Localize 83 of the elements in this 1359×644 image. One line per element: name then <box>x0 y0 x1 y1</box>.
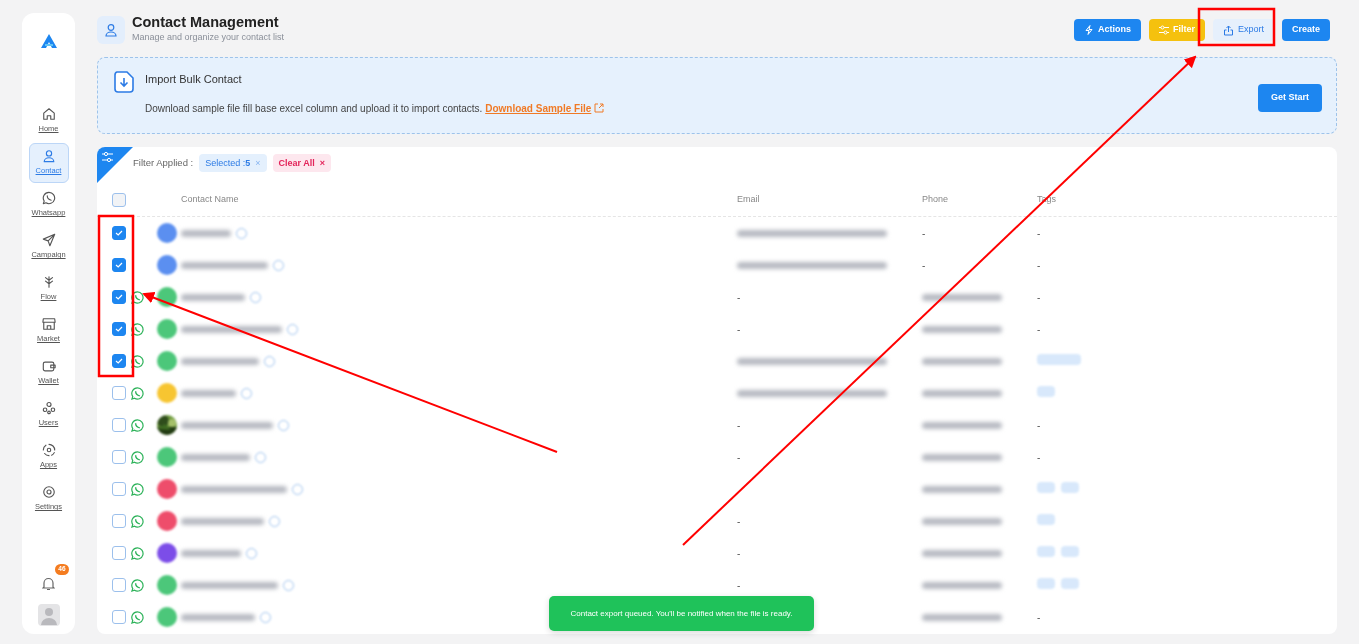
checkmark-icon <box>115 261 123 269</box>
column-header: Email <box>737 194 760 205</box>
blurred-text <box>181 549 241 557</box>
checkbox[interactable] <box>112 610 126 624</box>
toast-notification: Contact export queued. You'll be notified when the file is ready. <box>549 596 814 631</box>
banner-description: Download sample file fill base excel column and upload it to import contacts. <box>145 102 483 114</box>
send-icon <box>41 233 56 248</box>
table-cell: - <box>1037 419 1041 431</box>
checkbox[interactable] <box>112 450 126 464</box>
get-start-button[interactable]: Get Start <box>1258 84 1322 112</box>
table-cell: - <box>737 547 741 559</box>
blurred-text <box>181 453 250 461</box>
table-cell: - <box>922 227 926 239</box>
checkbox[interactable] <box>112 258 126 272</box>
checkbox[interactable] <box>112 578 126 592</box>
checkbox[interactable] <box>112 290 126 304</box>
table-cell: - <box>1037 611 1041 623</box>
column-header: Phone <box>922 194 949 205</box>
lightning-icon <box>1083 25 1094 35</box>
table-cell: - <box>1037 323 1041 335</box>
store-icon <box>41 317 56 332</box>
toolbar-button[interactable]: Actions <box>1073 19 1141 41</box>
tag-pill <box>1037 353 1081 365</box>
table-cell: - <box>1037 227 1041 239</box>
table-cell: - <box>737 579 741 591</box>
chat-icon <box>41 191 56 206</box>
users-icon <box>41 401 56 416</box>
logo-icon <box>39 33 58 49</box>
toolbar-button[interactable]: Create <box>1282 19 1330 41</box>
blurred-text <box>181 293 245 301</box>
contact-icon <box>97 16 125 44</box>
page-title: Contact Management <box>132 15 280 32</box>
tag-pill <box>1037 385 1055 397</box>
checkbox[interactable] <box>112 546 126 560</box>
filter-icon <box>1158 25 1169 35</box>
clear-all-button[interactable]: Clear All × <box>272 153 331 173</box>
checkbox[interactable] <box>112 354 126 368</box>
table-cell: - <box>1037 259 1041 271</box>
table-cell: - <box>737 451 741 463</box>
blurred-text <box>181 229 231 237</box>
wallet-icon <box>41 359 56 374</box>
checkbox[interactable] <box>112 226 126 240</box>
table-cell: - <box>737 419 741 431</box>
table-cell: - <box>737 515 741 527</box>
tag-pill <box>1037 545 1055 557</box>
user-icon <box>41 149 56 164</box>
checkbox[interactable] <box>112 482 126 496</box>
banner-title: Import Bulk Contact <box>145 72 243 87</box>
tag-pill <box>1037 481 1055 493</box>
page-subtitle: Manage and organize your contact list <box>132 31 285 45</box>
column-header: Contact Name <box>181 194 239 205</box>
settings-icon <box>41 485 56 500</box>
checkbox[interactable] <box>112 418 126 432</box>
table-cell: - <box>1037 451 1041 463</box>
blurred-text <box>181 389 236 397</box>
filter-label: Filter Applied : <box>133 155 194 170</box>
tag-pill <box>1061 577 1079 589</box>
tag-pill <box>1037 513 1055 525</box>
table-cell: - <box>737 323 741 335</box>
home-icon <box>41 107 56 122</box>
table-cell: - <box>737 291 741 303</box>
checkmark-icon <box>115 357 123 365</box>
checkmark-icon <box>115 293 123 301</box>
checkbox[interactable] <box>112 322 126 336</box>
checkbox[interactable] <box>112 193 126 207</box>
tag-pill <box>1061 545 1079 557</box>
bell-icon[interactable] <box>42 577 55 591</box>
toolbar-button[interactable]: Export <box>1212 19 1274 41</box>
upload-icon <box>1222 24 1234 36</box>
checkmark-icon <box>115 325 123 333</box>
checkmark-icon <box>115 229 123 237</box>
table-cell: - <box>1037 291 1041 303</box>
avatar-icon[interactable] <box>37 604 60 626</box>
checkbox[interactable] <box>112 386 126 400</box>
checkbox[interactable] <box>112 514 126 528</box>
external-link-icon[interactable] <box>594 102 605 113</box>
tag-pill <box>1037 577 1055 589</box>
table-cell: - <box>922 259 926 271</box>
filter-icon <box>102 152 113 162</box>
tag-pill <box>1061 481 1079 493</box>
download-file-icon <box>112 70 136 94</box>
apps-icon <box>41 443 56 458</box>
filter-chip[interactable]: Selected :5 × <box>199 153 267 173</box>
